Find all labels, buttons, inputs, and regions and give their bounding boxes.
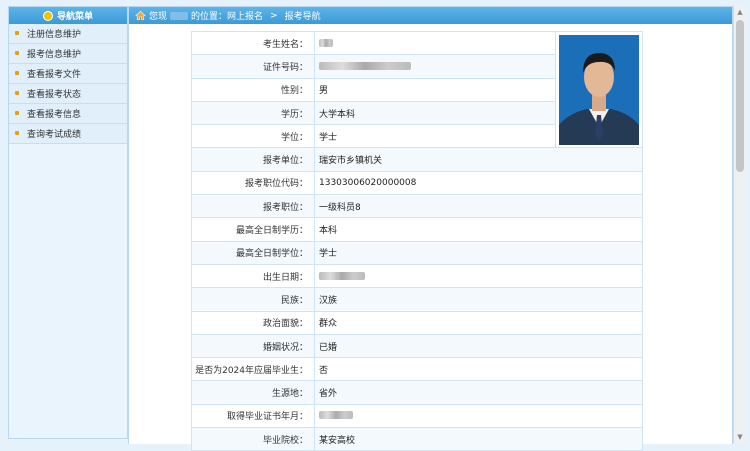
field-value-education: 大学本科 — [314, 100, 556, 126]
menu-dot-icon — [42, 10, 53, 21]
sidebar-item-register-info[interactable]: 注册信息维护 — [9, 24, 127, 44]
breadcrumb-location: 的位置：网上报名 — [191, 12, 264, 22]
photo-cell — [555, 30, 643, 149]
sidebar-item-view-status[interactable]: 查看报考状态 — [9, 84, 127, 104]
table-row: 生源地： 省外 — [191, 380, 643, 405]
sidebar-item-view-files[interactable]: 查看报考文件 — [9, 64, 127, 84]
blurred-value — [319, 271, 365, 280]
field-value-id-number — [314, 54, 556, 79]
scroll-up-icon[interactable]: ▲ — [734, 6, 746, 18]
table-row: 民族： 汉族 — [191, 287, 643, 312]
bullet-icon — [15, 131, 19, 135]
table-row: 报考单位： 瑞安市乡镇机关 — [191, 147, 643, 172]
field-label-unit: 报考单位： — [191, 147, 315, 172]
field-value-graduation-date — [314, 403, 643, 429]
bullet-icon — [15, 31, 19, 35]
field-value-fresh-graduate: 否 — [314, 357, 643, 382]
sidebar: 导航菜单 注册信息维护 报考信息维护 查看报考文件 查看报考状态 查看报考信息 … — [8, 6, 128, 439]
field-label-gender: 性别： — [191, 77, 315, 102]
scroll-down-icon[interactable]: ▼ — [734, 431, 746, 443]
field-label-ethnicity: 民族： — [191, 287, 315, 312]
breadcrumb: 您现 的位置：网上报名 > 报考导航 — [129, 7, 732, 24]
sidebar-item-label: 查看报考状态 — [27, 90, 82, 100]
field-value-name — [314, 30, 556, 56]
table-row: 最高全日制学历： 本科 — [191, 217, 643, 242]
field-value-position-code: 13303006020000008 — [314, 170, 643, 196]
field-value-unit: 瑞安市乡镇机关 — [314, 147, 643, 172]
table-row: 报考职位： 一级科员8 — [191, 194, 643, 219]
breadcrumb-current: 报考导航 — [284, 12, 321, 22]
field-label-position: 报考职位： — [191, 194, 315, 219]
sidebar-item-label: 查询考试成绩 — [27, 130, 82, 140]
field-value-marital-status: 已婚 — [314, 333, 643, 359]
bullet-icon — [15, 111, 19, 115]
field-label-school: 毕业院校： — [191, 427, 315, 451]
applicant-photo — [559, 35, 639, 145]
field-label-name: 考生姓名： — [191, 30, 315, 56]
field-value-position: 一级科员8 — [314, 194, 643, 219]
field-label-fulltime-degree: 最高全日制学位： — [191, 240, 315, 265]
sidebar-item-label: 查看报考文件 — [27, 70, 82, 80]
home-icon — [135, 11, 146, 20]
field-value-origin: 省外 — [314, 380, 643, 405]
field-value-political-status: 群众 — [314, 310, 643, 335]
scroll-thumb[interactable] — [736, 20, 744, 172]
blurred-text — [170, 11, 189, 20]
vertical-scrollbar[interactable]: ▲ ▼ — [733, 6, 746, 443]
blurred-value — [319, 411, 353, 420]
table-row: 考生姓名： — [191, 30, 643, 149]
table-row: 是否为2024年应届毕业生： 否 — [191, 357, 643, 382]
sidebar-item-view-info[interactable]: 查看报考信息 — [9, 104, 127, 124]
field-label-fresh-graduate: 是否为2024年应届毕业生： — [191, 357, 315, 382]
sidebar-item-label: 报考信息维护 — [27, 50, 82, 60]
applicant-info-table: 考生姓名： 证件号码： 性别： 男 学历： 大学本科 学位： 学士 报考单位： … — [191, 30, 643, 451]
field-label-marital-status: 婚姻状况： — [191, 333, 315, 359]
field-value-gender: 男 — [314, 77, 556, 102]
main-panel: 您现 的位置：网上报名 > 报考导航 考生姓名： 证件号码： 性别： 男 学历：… — [128, 6, 733, 451]
sidebar-item-query-scores[interactable]: 查询考试成绩 — [9, 124, 127, 144]
table-row: 婚姻状况： 已婚 — [191, 333, 643, 359]
bullet-icon — [15, 91, 19, 95]
field-label-origin: 生源地： — [191, 380, 315, 405]
sidebar-item-label: 注册信息维护 — [27, 30, 82, 40]
field-label-position-code: 报考职位代码： — [191, 170, 315, 196]
table-row: 毕业院校： 某安高校 — [191, 427, 643, 451]
blurred-value — [319, 38, 333, 47]
field-value-degree: 学士 — [314, 124, 556, 149]
blurred-value — [319, 61, 411, 70]
field-label-fulltime-education: 最高全日制学历： — [191, 217, 315, 242]
bullet-icon — [15, 71, 19, 75]
sidebar-header: 导航菜单 — [9, 7, 127, 24]
bullet-icon — [15, 51, 19, 55]
field-value-fulltime-education: 本科 — [314, 217, 643, 242]
breadcrumb-separator: > — [270, 10, 278, 21]
breadcrumb-prefix: 您现 — [149, 12, 168, 22]
table-row: 出生日期： — [191, 263, 643, 289]
sidebar-item-label: 查看报考信息 — [27, 110, 82, 120]
field-label-degree: 学位： — [191, 124, 315, 149]
field-label-birth-date: 出生日期： — [191, 263, 315, 289]
sidebar-title: 导航菜单 — [56, 12, 93, 22]
field-value-fulltime-degree: 学士 — [314, 240, 643, 265]
field-label-id-number: 证件号码： — [191, 54, 315, 79]
field-label-political-status: 政治面貌： — [191, 310, 315, 335]
table-row: 取得毕业证书年月： — [191, 403, 643, 429]
field-value-school: 某安高校 — [314, 427, 643, 451]
table-row: 报考职位代码： 13303006020000008 — [191, 170, 643, 196]
photo-portrait — [559, 35, 639, 145]
field-label-education: 学历： — [191, 100, 315, 126]
field-value-birth-date — [314, 263, 643, 289]
table-row: 最高全日制学位： 学士 — [191, 240, 643, 265]
field-label-graduation-date: 取得毕业证书年月： — [191, 403, 315, 429]
table-row: 政治面貌： 群众 — [191, 310, 643, 335]
sidebar-item-apply-info[interactable]: 报考信息维护 — [9, 44, 127, 64]
field-value-ethnicity: 汉族 — [314, 287, 643, 312]
